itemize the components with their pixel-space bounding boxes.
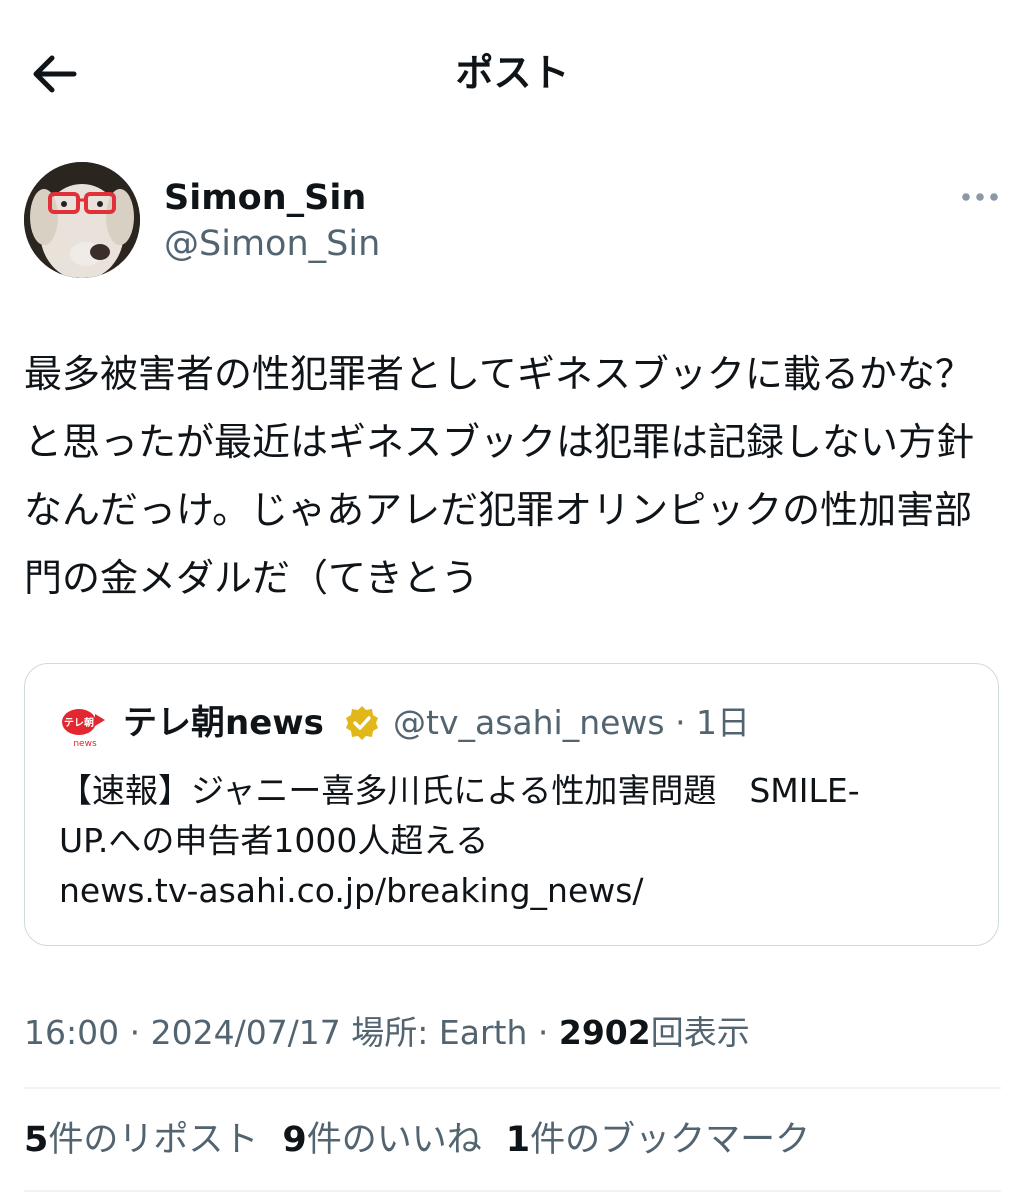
page-title: ポスト bbox=[455, 51, 570, 95]
post-meta: 16:00 · 2024/07/17 場所: Earth · 2902回表示 bbox=[24, 1008, 750, 1058]
meta-separator: · bbox=[527, 1013, 559, 1052]
divider bbox=[24, 1087, 1001, 1089]
bookmark-count[interactable]: 1件のブックマーク bbox=[506, 1114, 810, 1166]
author-row: Simon_Sin @Simon_Sin bbox=[24, 162, 1004, 282]
post-date[interactable]: 2024/07/17 bbox=[151, 1013, 341, 1052]
quoted-post-card[interactable]: テレ朝 news テレ朝news @tv_asahi_news · 1日 【速報… bbox=[24, 663, 999, 946]
top-bar: ポスト bbox=[0, 0, 1025, 150]
author-handle[interactable]: @Simon_Sin bbox=[164, 222, 380, 266]
quote-avatar-label: テレ朝 bbox=[64, 716, 94, 729]
quote-avatar: テレ朝 news bbox=[61, 704, 107, 750]
more-button[interactable] bbox=[960, 182, 1000, 212]
post-time[interactable]: 16:00 bbox=[24, 1013, 119, 1052]
tweet-text: 最多被害者の性犯罪者としてギネスブックに載るかな？と思ったが最近はギネスブックは… bbox=[24, 352, 975, 600]
quote-text-line-2: UP.への申告者1000人超える bbox=[59, 821, 489, 860]
verified-badge-icon bbox=[343, 704, 381, 742]
divider bbox=[24, 1190, 1001, 1192]
author-display-name[interactable]: Simon_Sin bbox=[164, 176, 366, 220]
like-count[interactable]: 9件のいいね bbox=[282, 1114, 481, 1166]
quote-body: 【速報】ジャニー喜多川氏による性加害問題 SMILE- UP.への申告者1000… bbox=[59, 766, 969, 916]
dog-with-glasses-avatar bbox=[24, 162, 140, 278]
meta-separator: · bbox=[119, 1013, 151, 1052]
quote-avatar-sub: news bbox=[73, 739, 97, 749]
quote-text-line-1: 【速報】ジャニー喜多川氏による性加害問題 SMILE- bbox=[59, 771, 860, 810]
view-count: 2902 bbox=[558, 1013, 651, 1052]
view-label: 回表示 bbox=[650, 1013, 750, 1052]
tv-asahi-logo-icon: テレ朝 news bbox=[62, 709, 105, 749]
engagement-stats: 5件のリポスト 9件のいいね 1件のブックマーク bbox=[24, 1114, 834, 1166]
avatar[interactable] bbox=[24, 162, 140, 278]
quote-handle-time: @tv_asahi_news · 1日 bbox=[393, 703, 751, 742]
post-location: 場所: Earth bbox=[340, 1013, 528, 1052]
more-horizontal-icon bbox=[962, 193, 998, 201]
quote-display-name: テレ朝news bbox=[123, 703, 324, 743]
quote-link[interactable]: news.tv-asahi.co.jp/breaking_news/ bbox=[59, 866, 969, 916]
repost-count[interactable]: 5件のリポスト bbox=[24, 1114, 258, 1166]
